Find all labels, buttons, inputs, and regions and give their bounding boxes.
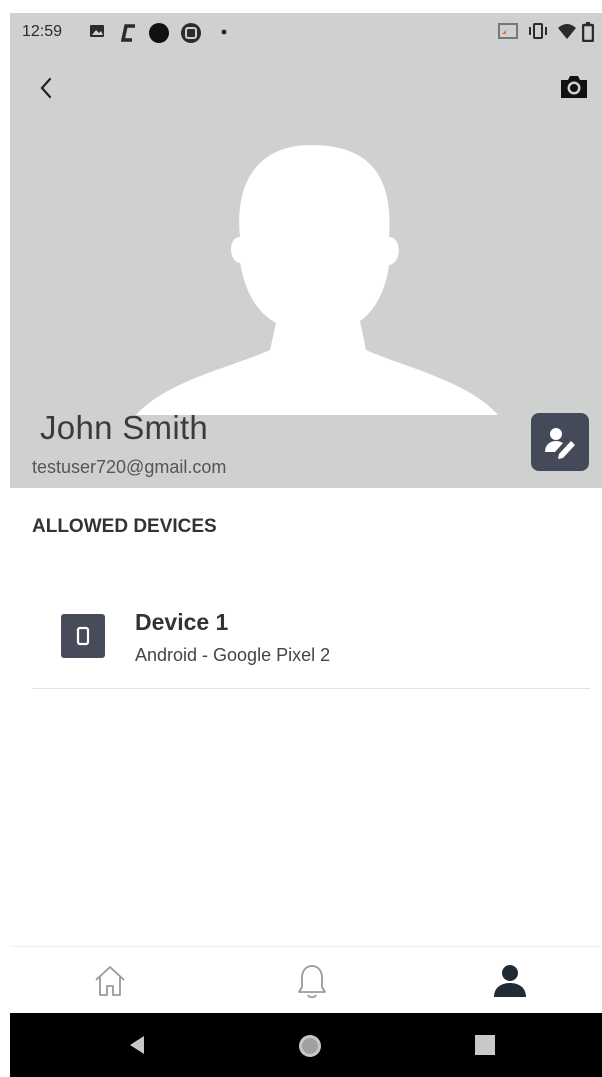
back-triangle-icon[interactable] xyxy=(125,1033,149,1057)
cast-icon xyxy=(498,23,518,39)
device-icon-badge xyxy=(61,614,105,658)
status-time: 12:59 xyxy=(22,23,63,40)
camera-icon[interactable] xyxy=(558,73,590,101)
device-name: Device 1 xyxy=(135,609,229,635)
smartphone-icon xyxy=(76,626,90,646)
edit-profile-icon xyxy=(545,428,575,459)
vibrate-icon xyxy=(529,23,547,39)
profile-header: 12:59 John Smith testuser720@gmail.com xyxy=(10,13,602,488)
home-icon[interactable] xyxy=(88,959,132,1003)
avatar-silhouette xyxy=(136,145,498,415)
profile-icon[interactable] xyxy=(488,959,532,1003)
device-list-item[interactable]: Device 1 Android - Google Pixel 2 xyxy=(32,593,590,689)
profile-email: testuser720@gmail.com xyxy=(32,457,227,477)
recents-square-icon[interactable] xyxy=(473,1033,497,1057)
device-detail: Android - Google Pixel 2 xyxy=(135,645,331,665)
battery-icon xyxy=(582,22,594,42)
profile-name: John Smith xyxy=(40,409,209,446)
image-icon xyxy=(90,25,104,37)
c-logo-icon xyxy=(120,24,135,42)
bottom-navigation xyxy=(10,946,602,1014)
chevron-left-icon[interactable] xyxy=(32,73,62,103)
bell-icon[interactable] xyxy=(290,959,334,1003)
app-badge-icon xyxy=(181,23,201,43)
status-bar: 12:59 xyxy=(10,13,602,53)
edit-profile-button[interactable] xyxy=(531,413,589,471)
circle-icon xyxy=(149,23,169,43)
system-navigation-bar xyxy=(10,1013,602,1077)
app-screen: 12:59 John Smith testuser720@gmail.com A… xyxy=(10,13,602,1077)
home-circle-icon[interactable] xyxy=(297,1033,323,1059)
dot-icon xyxy=(221,29,227,35)
allowed-devices-heading: ALLOWED DEVICES xyxy=(32,516,217,537)
wifi-icon xyxy=(558,24,576,39)
